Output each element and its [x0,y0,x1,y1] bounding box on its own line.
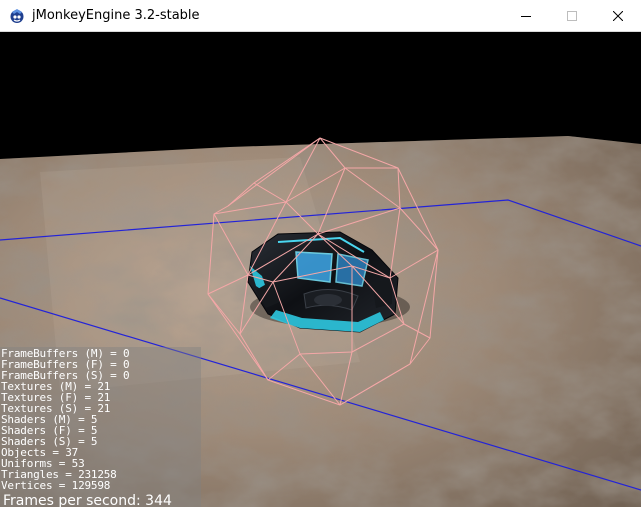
fps-counter: Frames per second: 344 [3,493,172,507]
close-button[interactable] [595,0,641,32]
maximize-button[interactable] [549,0,595,32]
close-icon [613,11,623,21]
jmonkeyengine-logo-icon [10,9,24,23]
app-window: jMonkeyEngine 3.2-stable FrameBuffers (M… [0,0,641,507]
stat-line: Vertices = 129598 [1,479,111,492]
window-title: jMonkeyEngine 3.2-stable [32,8,200,23]
minimize-button[interactable] [503,0,549,32]
minimize-icon [521,16,531,17]
render-viewport[interactable]: FrameBuffers (M) = 0 FrameBuffers (F) = … [0,32,641,507]
maximize-icon [567,11,577,21]
title-bar[interactable]: jMonkeyEngine 3.2-stable [0,0,641,32]
